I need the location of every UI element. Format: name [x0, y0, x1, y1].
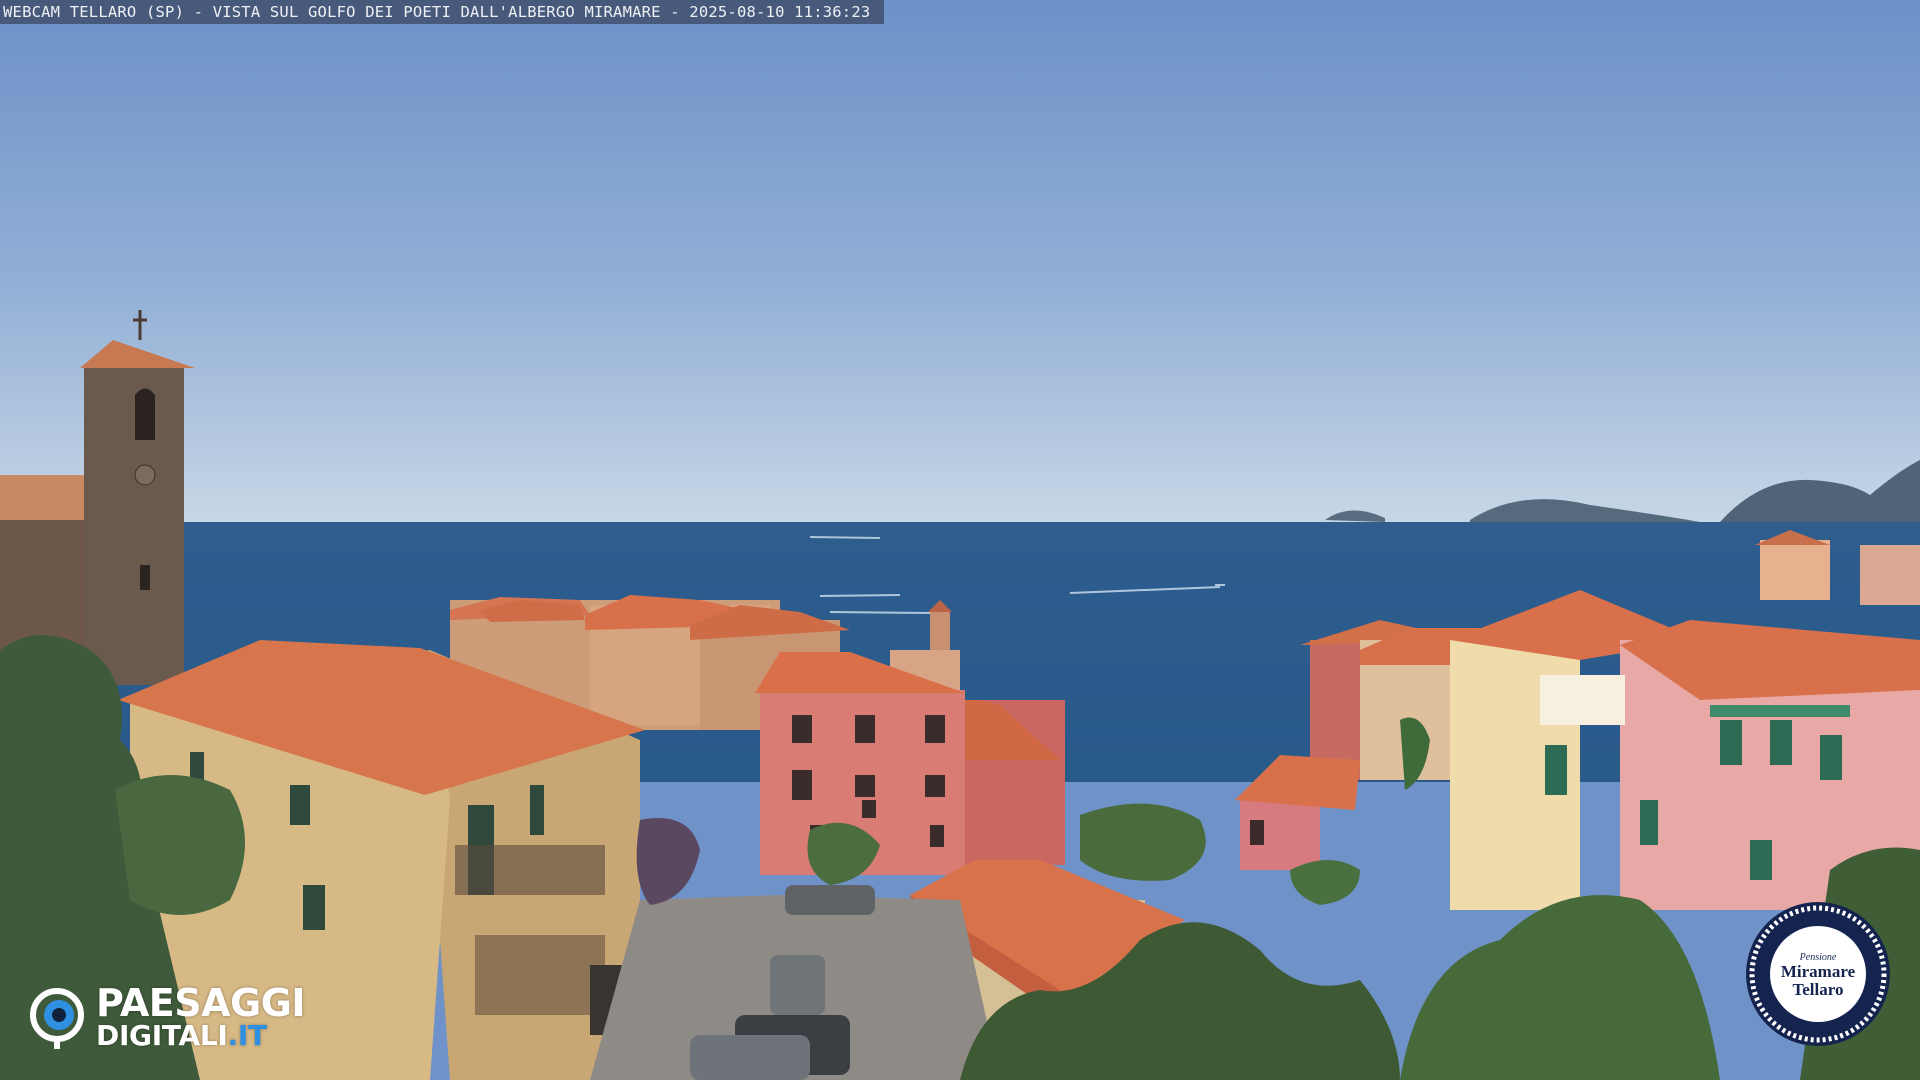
- webcam-caption: WEBCAM TELLARO (SP) - VISTA SUL GOLFO DE…: [0, 0, 885, 24]
- miramare-tellaro-badge: Pensione Miramare Tellaro: [1743, 899, 1893, 1049]
- eye-icon: [30, 988, 84, 1049]
- street: [590, 885, 1000, 1080]
- badge-line-1: Miramare: [1780, 962, 1856, 981]
- sky: [0, 0, 1920, 530]
- logo-word-digitali-text: DIGITALI: [96, 1019, 228, 1052]
- logo-word-paesaggi: PAESAGGI: [96, 981, 306, 1025]
- logo-word-digitali: DIGITALI.IT: [96, 1021, 267, 1051]
- paesaggi-digitali-logo: PAESAGGI DIGITALI.IT: [28, 983, 348, 1051]
- logo-tld: .IT: [227, 1019, 268, 1052]
- webcam-scene: [0, 0, 1920, 1080]
- badge-line-2: Tellaro: [1792, 980, 1844, 999]
